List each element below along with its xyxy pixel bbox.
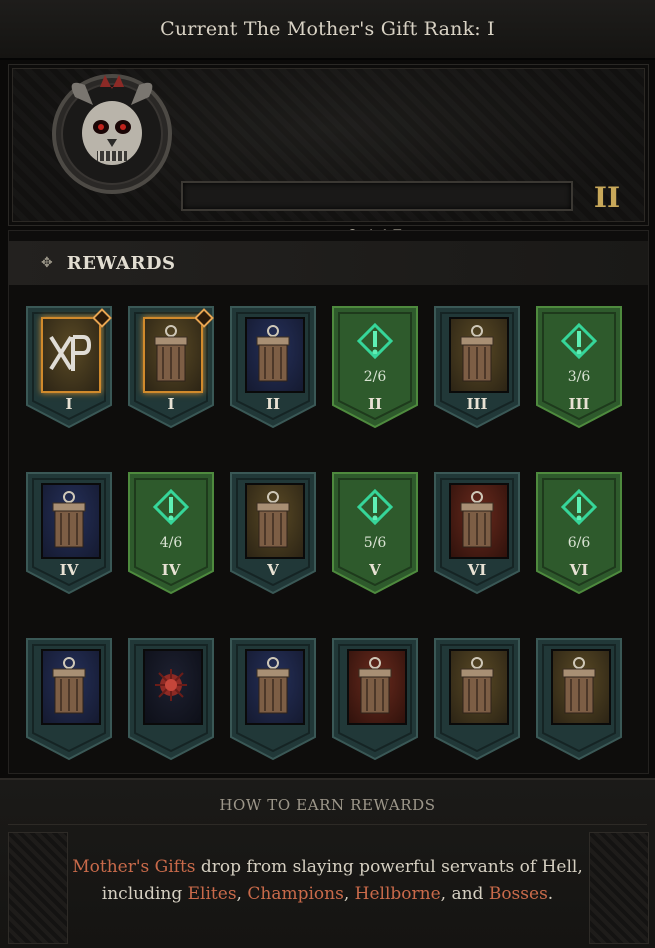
highlighted-term: Mother's Gifts	[72, 857, 196, 877]
description-text: , and	[440, 884, 489, 904]
rank-title: Current The Mother's Gift Rank: I	[160, 18, 495, 40]
reward-banner[interactable]: III	[431, 305, 523, 429]
knot-ornament-icon	[589, 832, 649, 944]
rank-progress-bar	[181, 181, 573, 211]
reward-rank: I	[65, 395, 73, 413]
reward-count: 3/6	[567, 369, 591, 385]
reward-rank: V	[267, 561, 279, 579]
reward-banner[interactable]: 5/6 V	[329, 471, 421, 595]
cosmetic-crate-icon	[154, 325, 188, 382]
reward-rank: I	[167, 395, 175, 413]
reward-banner[interactable]: V	[227, 471, 319, 595]
how-to-earn-text: Mother's Gifts drop from slaying powerfu…	[70, 854, 585, 908]
red-orb-icon	[155, 669, 187, 701]
cosmetic-crate-icon	[256, 491, 290, 548]
reward-banner[interactable]: 4/6 IV	[125, 471, 217, 595]
reward-banner[interactable]: 3/6 III	[533, 305, 625, 429]
reward-rank: IV	[161, 561, 181, 579]
highlighted-term: Hellborne	[354, 884, 441, 904]
highlighted-term: Bosses	[488, 884, 548, 904]
reward-rank: III	[568, 395, 590, 413]
reward-grid: I I II 2/6 II III 3/6 III IV 4/6 IV V 5/…	[23, 305, 625, 761]
highlighted-term: Champions	[247, 884, 344, 904]
reward-banner[interactable]	[125, 637, 217, 761]
reward-banner[interactable]	[329, 637, 421, 761]
cosmetic-crate-icon	[460, 491, 494, 548]
rank-panel: II 0 / 15	[8, 64, 649, 249]
reward-banner[interactable]	[431, 637, 523, 761]
sigil-icon	[153, 489, 189, 526]
cosmetic-crate-icon	[52, 657, 86, 714]
reward-banner[interactable]	[533, 637, 625, 761]
diamond-ornament-icon: ✥	[41, 255, 53, 271]
reward-banner[interactable]: 2/6 II	[329, 305, 421, 429]
reward-banner[interactable]: I	[23, 305, 115, 429]
cosmetic-crate-icon	[256, 325, 290, 382]
sigil-icon	[561, 489, 597, 526]
knot-ornament-icon	[8, 832, 68, 944]
how-to-earn-panel: HOW TO EARN REWARDS Mother's Gifts drop …	[0, 778, 655, 948]
reward-rank: III	[466, 395, 488, 413]
reward-banner[interactable]	[23, 637, 115, 761]
reward-banner[interactable]: VI	[431, 471, 523, 595]
xp-icon	[49, 335, 92, 371]
how-to-earn-title: HOW TO EARN REWARDS	[219, 796, 436, 814]
reward-rank: IV	[59, 561, 79, 579]
reward-banner[interactable]: II	[227, 305, 319, 429]
sigil-icon	[357, 323, 393, 360]
cosmetic-crate-icon	[460, 325, 494, 382]
reward-rank: V	[369, 561, 381, 579]
divider	[8, 824, 647, 825]
highlighted-term: Elites	[187, 884, 237, 904]
reward-rank: II	[367, 395, 383, 413]
cosmetic-crate-icon	[256, 657, 290, 714]
reward-banner[interactable]: IV	[23, 471, 115, 595]
reward-banner[interactable]: 6/6 VI	[533, 471, 625, 595]
reward-rank: VI	[467, 561, 487, 579]
reward-count: 2/6	[363, 369, 387, 385]
cosmetic-crate-icon	[562, 657, 596, 714]
description-text: ,	[236, 884, 248, 904]
next-rank-label: II	[593, 181, 621, 214]
reward-count: 4/6	[159, 535, 183, 551]
rewards-panel: ✥ REWARDS I I II 2/6 II III 3/6 III IV 4…	[8, 230, 649, 774]
description-text: .	[547, 884, 554, 904]
rewards-header-label: REWARDS	[66, 252, 176, 274]
cosmetic-crate-icon	[358, 657, 392, 714]
reward-count: 5/6	[363, 535, 387, 551]
description-text: ,	[343, 884, 355, 904]
reward-banner[interactable]	[227, 637, 319, 761]
sigil-icon	[561, 323, 597, 360]
cosmetic-crate-icon	[460, 657, 494, 714]
title-bar: Current The Mother's Gift Rank: I	[0, 0, 655, 60]
reward-rank: II	[265, 395, 281, 413]
reward-count: 6/6	[567, 535, 591, 551]
sigil-icon	[357, 489, 393, 526]
skull-emblem-icon	[52, 74, 172, 194]
reward-banner[interactable]: I	[125, 305, 217, 429]
cosmetic-crate-icon	[52, 491, 86, 548]
rewards-header: ✥ REWARDS	[9, 241, 648, 285]
reward-rank: VI	[569, 561, 589, 579]
